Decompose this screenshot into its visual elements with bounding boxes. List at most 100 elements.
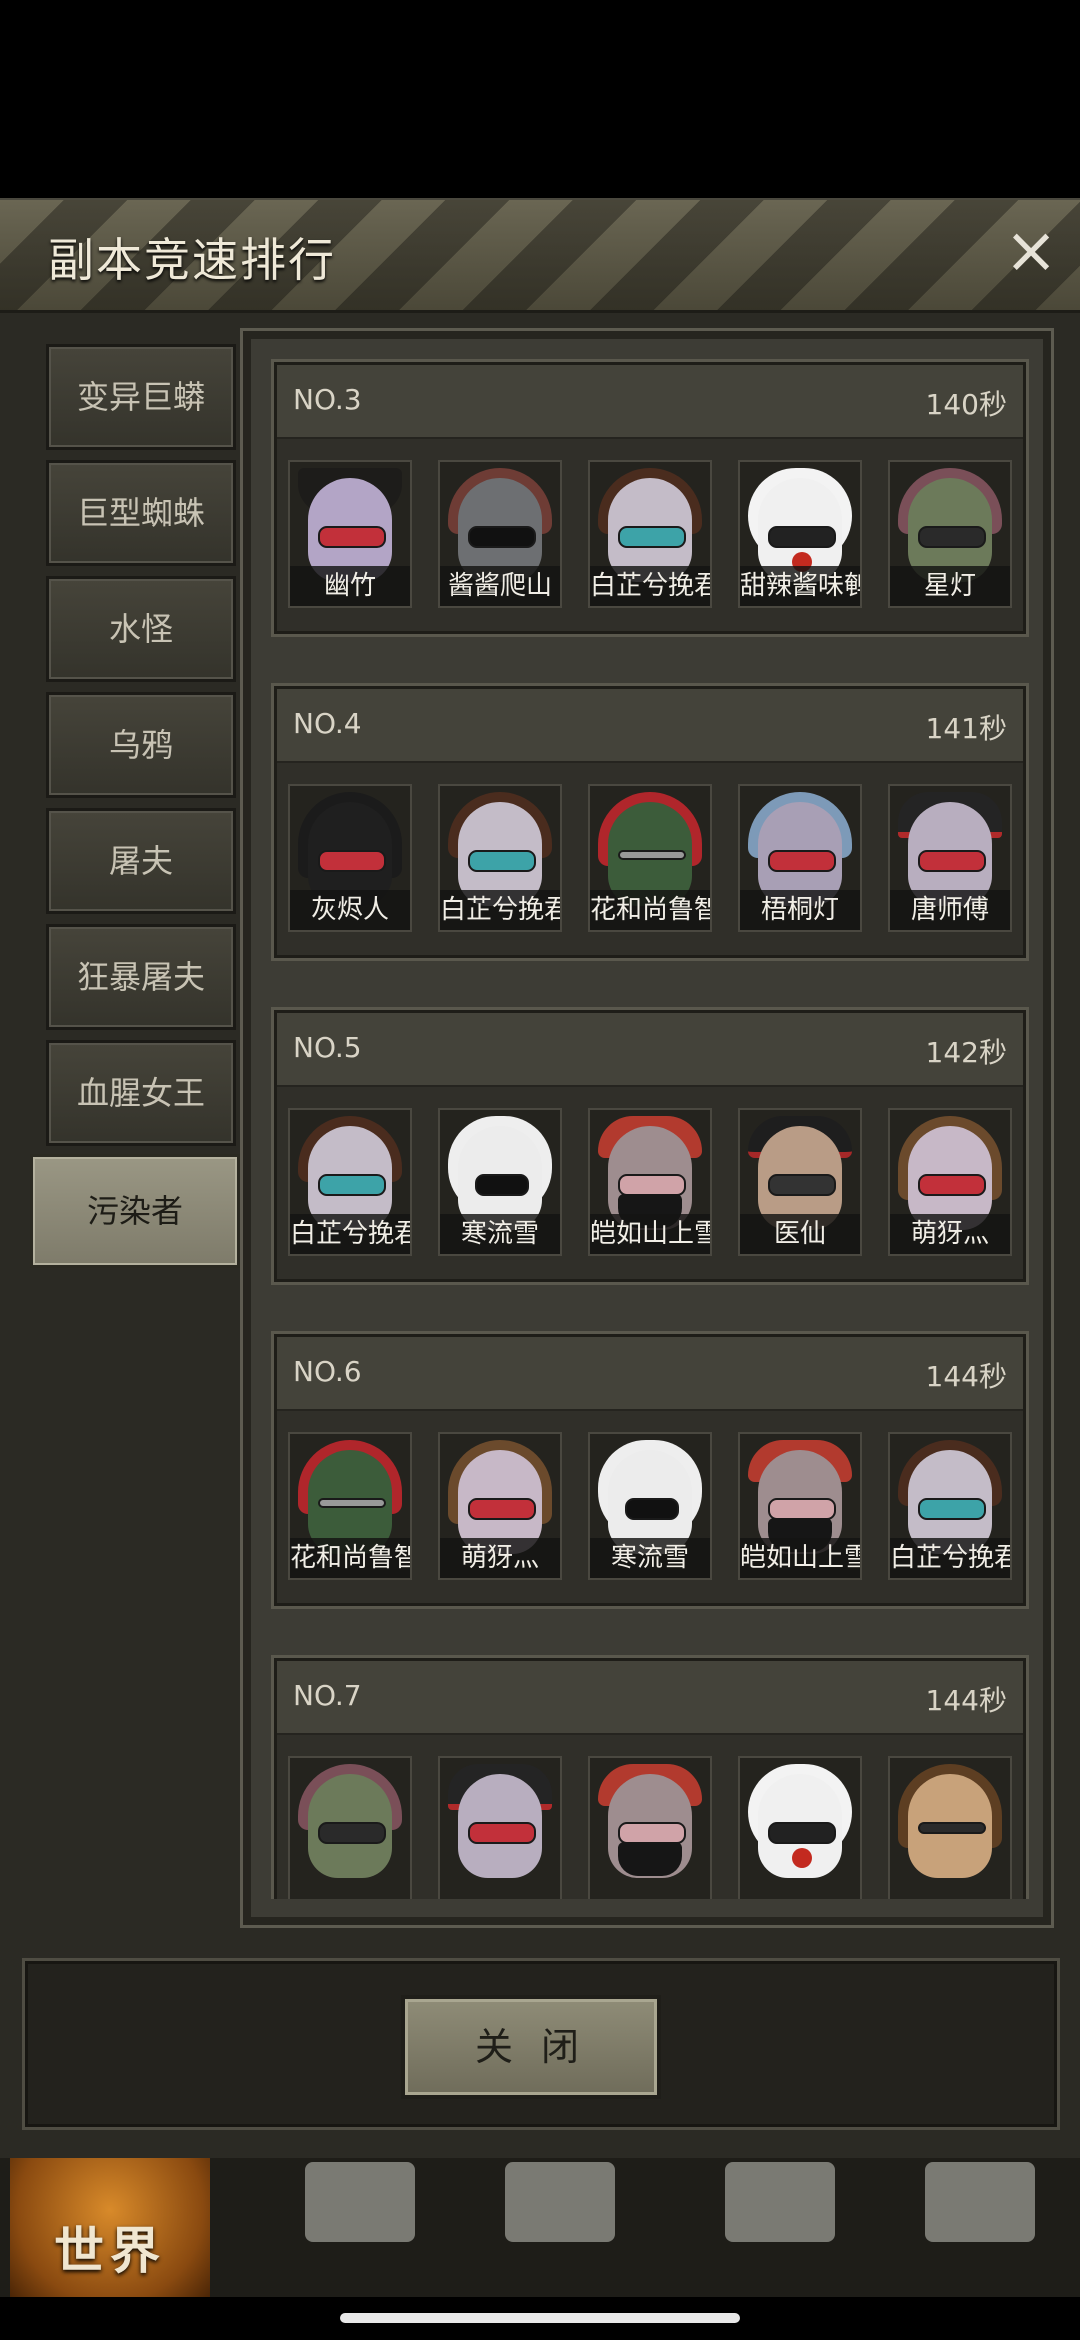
member-avatar[interactable]: 酱酱爬山 [438,460,562,608]
member-avatar[interactable]: 白芷兮挽君 [438,784,562,932]
member-avatar[interactable]: 白芷兮挽君 [588,460,712,608]
rank-number: NO.6 [293,1355,362,1388]
backpack-icon [305,2162,415,2242]
member-name: 甜辣酱味鹌 [740,566,860,606]
head-gear-icon [505,2162,615,2242]
bottom-nav: 世界 [0,2150,1080,2297]
member-avatar[interactable]: 寒流雪 [588,1432,712,1580]
ranking-card: NO.3 140秒 幽竹 酱酱爬山 白芷兮挽君 甜辣酱味鹌 星灯 [271,359,1029,637]
tab-butcher[interactable]: 屠夫 [46,808,236,914]
rank-number: NO.7 [293,1679,362,1712]
status-bar-area [0,0,1080,198]
nav-shop[interactable] [880,2152,1080,2297]
nav-backpack[interactable] [260,2152,460,2297]
member-name: 皑如山上雪 [590,1214,710,1254]
member-name: 白芷兮挽君 [440,890,560,930]
member-name: 白芷兮挽君 [290,1214,410,1254]
nav-world[interactable]: 世界 [10,2152,210,2297]
member-avatar[interactable]: 萌犽灬 [888,1108,1012,1256]
home-indicator[interactable] [340,2313,740,2323]
tab-polluter[interactable]: 污染者 [30,1154,240,1268]
member-avatar[interactable]: 白芷兮挽君 [288,1108,412,1256]
member-avatar[interactable] [888,1756,1012,1899]
ranking-card: NO.5 142秒 白芷兮挽君 寒流雪 皑如山上雪 医仙 萌犽灬 [271,1007,1029,1285]
phone-icon [725,2162,835,2242]
member-name: 灰烬人 [290,890,410,930]
clear-time: 142秒 [925,1036,1007,1069]
clear-time: 141秒 [925,712,1007,745]
member-avatar[interactable]: 寒流雪 [438,1108,562,1256]
member-avatar[interactable] [588,1756,712,1899]
member-avatar[interactable]: 灰烬人 [288,784,412,932]
member-avatar[interactable]: 梧桐灯 [738,784,862,932]
member-avatar[interactable]: 幽竹 [288,460,412,608]
member-name: 花和尚鲁智 [590,890,710,930]
member-name: 星灯 [890,566,1010,606]
nav-skills[interactable] [460,2152,660,2297]
member-avatar[interactable]: 甜辣酱味鹌 [738,460,862,608]
team-members: 灰烬人 白芷兮挽君 花和尚鲁智 梧桐灯 唐师傅 [288,784,1018,934]
rank-number: NO.4 [293,707,362,740]
close-icon[interactable]: × [1000,219,1062,283]
dialog-header: 副本竞速排行 × [0,200,1080,313]
speedrun-ranking-dialog: 副本竞速排行 × 变异巨蟒 巨型蜘蛛 水怪 乌鸦 屠夫 狂暴屠夫 血腥女王 污染… [0,198,1080,2158]
member-name: 白芷兮挽君 [890,1538,1010,1578]
tab-crow[interactable]: 乌鸦 [46,692,236,798]
nav-phone[interactable] [680,2152,880,2297]
tab-giant-spider[interactable]: 巨型蜘蛛 [46,460,236,566]
member-avatar[interactable] [288,1756,412,1899]
rank-number: NO.3 [293,383,362,416]
member-name: 寒流雪 [440,1214,560,1254]
tab-mutant-python[interactable]: 变异巨蟒 [46,344,236,450]
member-name: 寒流雪 [590,1538,710,1578]
member-avatar[interactable]: 白芷兮挽君 [888,1432,1012,1580]
cart-icon [925,2162,1035,2242]
member-avatar[interactable]: 花和尚鲁智 [288,1432,412,1580]
close-button[interactable]: 关 闭 [401,1995,661,2099]
clear-time: 144秒 [925,1684,1007,1717]
member-name: 唐师傅 [890,890,1010,930]
member-avatar[interactable]: 医仙 [738,1108,862,1256]
member-avatar[interactable]: 唐师傅 [888,784,1012,932]
member-name: 白芷兮挽君 [590,566,710,606]
clear-time: 144秒 [925,1360,1007,1393]
dialog-footer: 关 闭 [22,1958,1060,2130]
ranking-card: NO.6 144秒 花和尚鲁智 萌犽灬 寒流雪 皑如山上雪 白芷兮挽君 [271,1331,1029,1609]
ranking-header: NO.7 144秒 [277,1661,1023,1735]
ranking-card: NO.7 144秒 [271,1655,1029,1899]
member-avatar[interactable] [738,1756,862,1899]
nav-world-label: 世界 [54,2222,166,2280]
member-name: 花和尚鲁智 [290,1538,410,1578]
team-members [288,1756,1018,1899]
member-avatar[interactable]: 皑如山上雪 [738,1432,862,1580]
dialog-title: 副本竞速排行 [48,233,336,287]
member-name: 皑如山上雪 [740,1538,860,1578]
member-name: 萌犽灬 [440,1538,560,1578]
member-name: 梧桐灯 [740,890,860,930]
rank-number: NO.5 [293,1031,362,1064]
member-name: 萌犽灬 [890,1214,1010,1254]
member-name: 医仙 [740,1214,860,1254]
clear-time: 140秒 [925,388,1007,421]
team-members: 花和尚鲁智 萌犽灬 寒流雪 皑如山上雪 白芷兮挽君 [288,1432,1018,1582]
member-avatar[interactable]: 星灯 [888,460,1012,608]
ranking-list[interactable]: NO.3 140秒 幽竹 酱酱爬山 白芷兮挽君 甜辣酱味鹌 星灯 NO.4 14… [271,359,1029,1899]
tab-water-monster[interactable]: 水怪 [46,576,236,682]
member-avatar[interactable]: 萌犽灬 [438,1432,562,1580]
member-avatar[interactable] [438,1756,562,1899]
team-members: 幽竹 酱酱爬山 白芷兮挽君 甜辣酱味鹌 星灯 [288,460,1018,610]
tab-berserk-butcher[interactable]: 狂暴屠夫 [46,924,236,1030]
member-name: 幽竹 [290,566,410,606]
member-name: 酱酱爬山 [440,566,560,606]
member-avatar[interactable]: 花和尚鲁智 [588,784,712,932]
ranking-panel: NO.3 140秒 幽竹 酱酱爬山 白芷兮挽君 甜辣酱味鹌 星灯 NO.4 14… [240,328,1054,1928]
tab-blood-queen[interactable]: 血腥女王 [46,1040,236,1146]
team-members: 白芷兮挽君 寒流雪 皑如山上雪 医仙 萌犽灬 [288,1108,1018,1258]
ranking-card: NO.4 141秒 灰烬人 白芷兮挽君 花和尚鲁智 梧桐灯 唐师傅 [271,683,1029,961]
ranking-header: NO.5 142秒 [277,1013,1023,1087]
ranking-header: NO.3 140秒 [277,365,1023,439]
boss-tab-list: 变异巨蟒 巨型蜘蛛 水怪 乌鸦 屠夫 狂暴屠夫 血腥女王 污染者 [0,310,240,1870]
ranking-header: NO.6 144秒 [277,1337,1023,1411]
member-avatar[interactable]: 皑如山上雪 [588,1108,712,1256]
ranking-header: NO.4 141秒 [277,689,1023,763]
